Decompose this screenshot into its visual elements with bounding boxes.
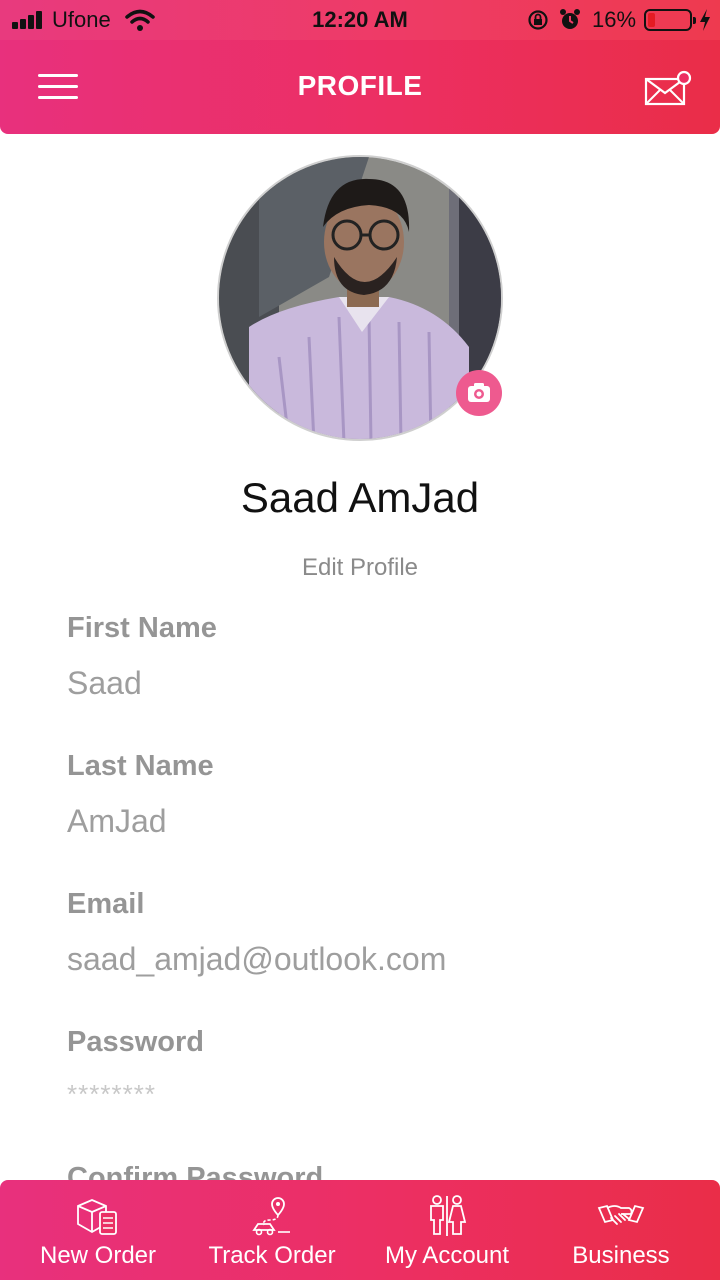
- nav-my-account-label: My Account: [384, 1242, 510, 1269]
- edit-profile-link[interactable]: Edit Profile: [0, 554, 720, 582]
- nav-new-order-label: New Order: [39, 1242, 157, 1269]
- email-field: Email saad_amjad@outlook.com: [67, 888, 667, 978]
- nav-new-order[interactable]: New Order: [18, 1180, 178, 1280]
- last-name-value[interactable]: AmJad: [67, 803, 667, 840]
- status-bar: Ufone 12:20 AM 16%: [0, 0, 720, 40]
- delivery-route-icon: [252, 1197, 290, 1236]
- package-checklist-icon: [77, 1199, 117, 1235]
- alarm-icon: [560, 9, 580, 29]
- users-icon: [430, 1195, 467, 1236]
- bottom-navigation: New Order Track Order My Account Busines…: [0, 1180, 720, 1280]
- rotation-lock-icon: [528, 10, 548, 30]
- password-field: Password ********: [67, 1026, 667, 1110]
- nav-business[interactable]: Business: [541, 1180, 701, 1280]
- battery-percent: 16%: [592, 7, 637, 32]
- nav-track-order[interactable]: Track Order: [192, 1180, 352, 1280]
- handshake-icon: [597, 1204, 645, 1225]
- first-name-value[interactable]: Saad: [67, 665, 667, 702]
- battery-icon: [644, 9, 696, 31]
- last-name-field: Last Name AmJad: [67, 750, 667, 840]
- first-name-field: First Name Saad: [67, 612, 667, 702]
- password-label: Password: [67, 1026, 204, 1058]
- email-value[interactable]: saad_amjad@outlook.com: [67, 941, 667, 978]
- charging-bolt-icon: [700, 9, 710, 31]
- page-title: PROFILE: [297, 70, 423, 101]
- app-header: Ufone 12:20 AM 16% PROFILE: [0, 0, 720, 134]
- mail-notification-icon[interactable]: [644, 70, 692, 108]
- email-label: Email: [67, 888, 145, 920]
- last-name-label: Last Name: [67, 750, 214, 782]
- nav-business-label: Business: [572, 1242, 670, 1269]
- password-value[interactable]: ********: [67, 1079, 667, 1110]
- nav-my-account[interactable]: My Account: [367, 1180, 527, 1280]
- profile-name: Saad AmJad: [240, 474, 480, 521]
- first-name-label: First Name: [67, 612, 217, 644]
- nav-track-order-label: Track Order: [208, 1242, 336, 1269]
- camera-icon[interactable]: [456, 370, 502, 416]
